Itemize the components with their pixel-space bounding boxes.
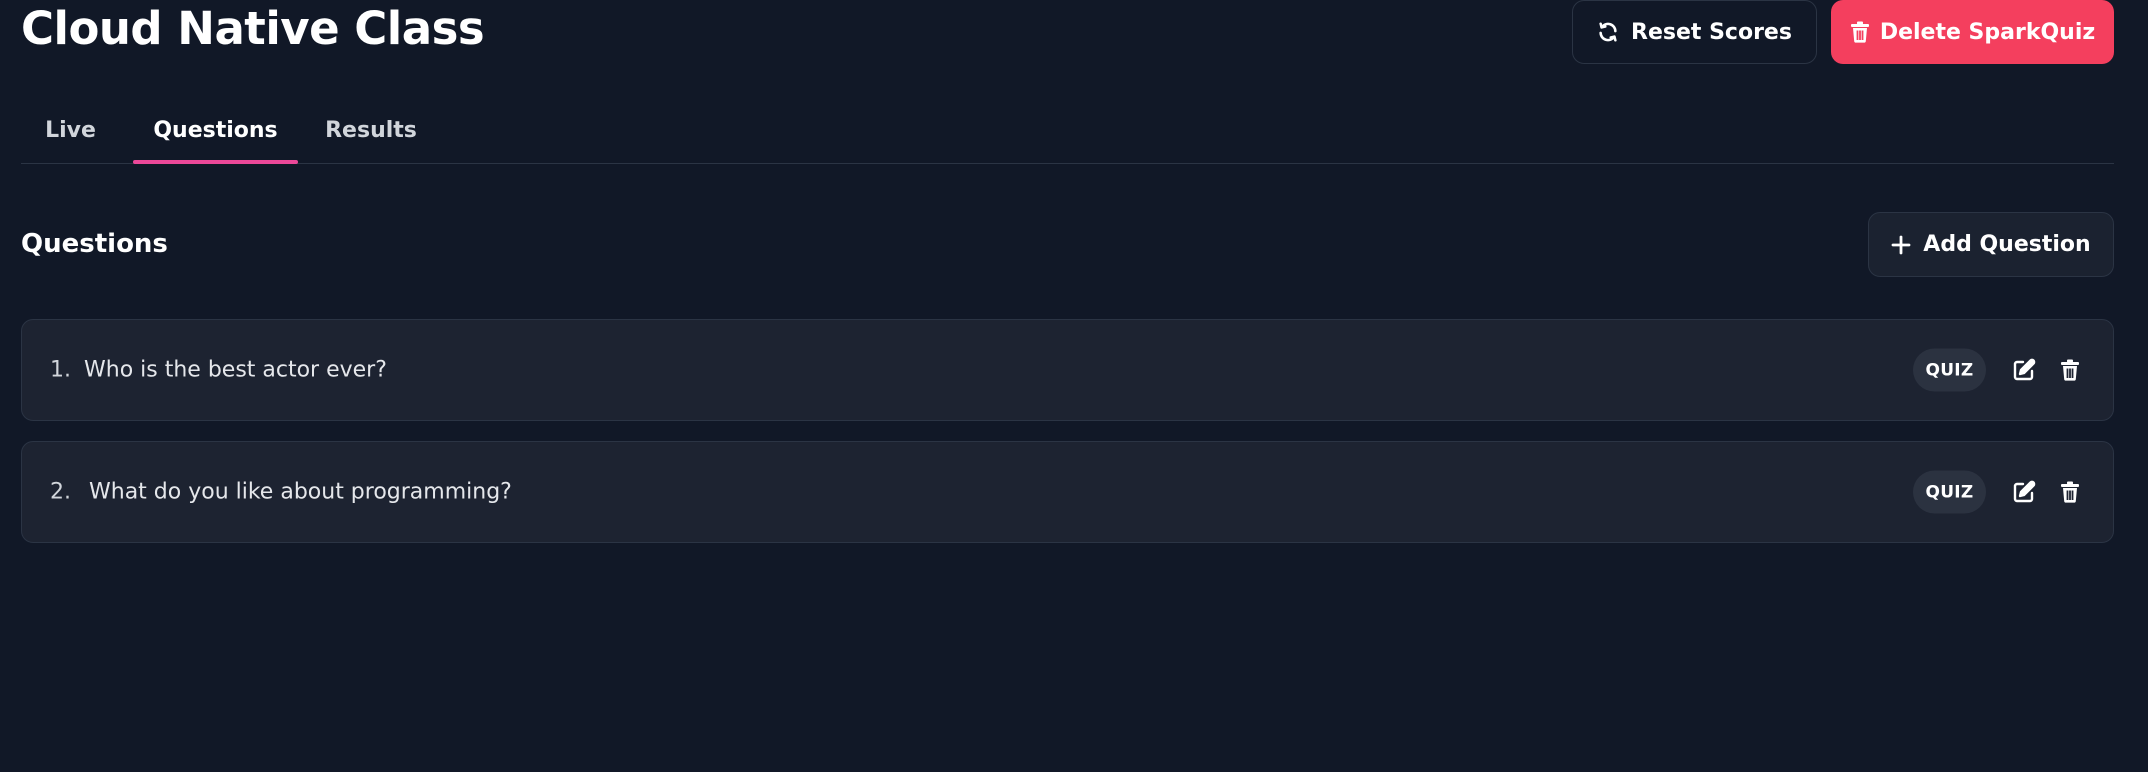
question-type-badge: QUIZ [1913, 470, 1986, 514]
question-card[interactable]: 1. Who is the best actor ever? QUIZ [21, 319, 2114, 421]
active-tab-indicator [133, 160, 298, 164]
tab-live[interactable]: Live [21, 106, 120, 164]
question-text: What do you like about programming? [89, 479, 512, 505]
edit-icon[interactable] [2009, 477, 2039, 507]
question-type-badge: QUIZ [1913, 348, 1986, 392]
question-text: Who is the best actor ever? [84, 357, 387, 383]
trash-icon[interactable] [2055, 355, 2085, 385]
tab-bar: Live Questions Results [21, 106, 2114, 164]
page-title: Cloud Native Class [21, 2, 485, 55]
question-number: 2. [50, 479, 71, 505]
question-number: 1. [50, 357, 71, 383]
delete-sparkquiz-button[interactable]: Delete SparkQuiz [1831, 0, 2114, 64]
tab-results[interactable]: Results [311, 106, 431, 164]
refresh-icon [1597, 21, 1619, 43]
delete-sparkquiz-label: Delete SparkQuiz [1879, 19, 2096, 45]
trash-icon [1850, 21, 1870, 43]
question-card[interactable]: 2. What do you like about programming? Q… [21, 441, 2114, 543]
reset-scores-button[interactable]: Reset Scores [1572, 0, 1817, 64]
reset-scores-label: Reset Scores [1631, 19, 1792, 45]
tab-questions[interactable]: Questions [133, 106, 298, 164]
edit-icon[interactable] [2009, 355, 2039, 385]
add-question-button[interactable]: Add Question [1868, 212, 2114, 277]
questions-section-title: Questions [21, 229, 168, 259]
add-question-label: Add Question [1923, 232, 2091, 257]
trash-icon[interactable] [2055, 477, 2085, 507]
plus-icon [1891, 235, 1911, 255]
